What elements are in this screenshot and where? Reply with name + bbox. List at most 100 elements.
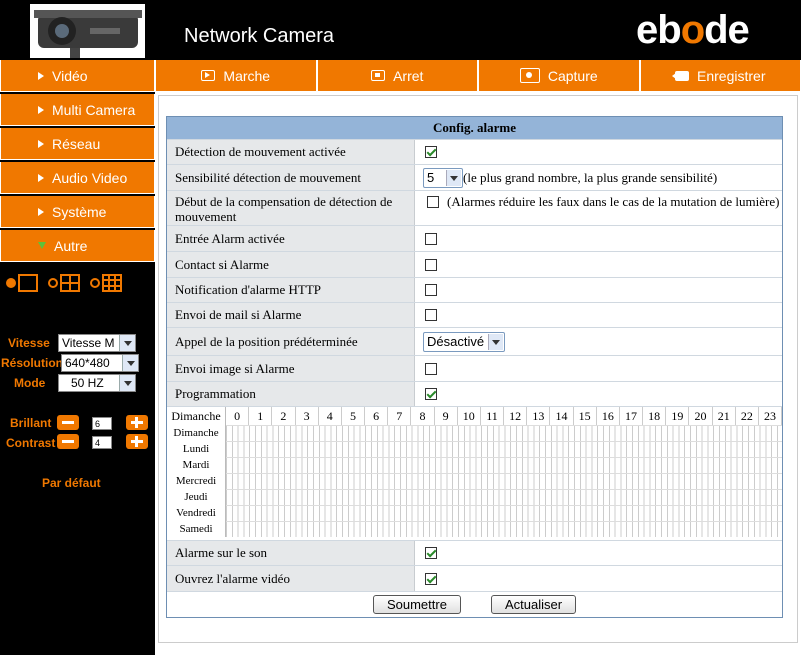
video-camera-icon <box>672 70 690 81</box>
sidebar-item-audio-video[interactable]: Audio Video <box>0 162 155 194</box>
sidebar-item-video[interactable]: Vidéo <box>0 60 155 92</box>
sidebar-item-reseau[interactable]: Réseau <box>0 128 155 160</box>
http-notification-checkbox[interactable] <box>425 284 437 296</box>
resolution-label: Résolution <box>1 356 63 370</box>
chevron-down-icon <box>119 335 135 351</box>
arrow-right-icon <box>38 207 44 216</box>
sound-label: Alarme sur le son <box>167 541 415 565</box>
sensitivity-hint: (le plus grand nombre, la plus grande se… <box>463 169 718 185</box>
arrow-right-icon <box>38 105 44 114</box>
camera-icon <box>519 68 540 83</box>
contrast-plus-button[interactable] <box>126 434 148 449</box>
schedule-hour-label: 14 <box>550 407 574 425</box>
schedule-hour-label: 11 <box>481 407 505 425</box>
schedule-row: Mercredi <box>167 473 782 489</box>
schedule-hour-label: 21 <box>713 407 736 425</box>
play-icon <box>201 70 216 81</box>
compensation-label: Début de la compensation de détection de… <box>167 191 415 225</box>
schedule-cells[interactable] <box>226 457 782 473</box>
schedule-row: Samedi <box>167 521 782 537</box>
schedule-hour-label: 1 <box>249 407 273 425</box>
schedule-cells[interactable] <box>226 521 782 537</box>
brightness-minus-button[interactable] <box>57 415 79 430</box>
sensitivity-select[interactable]: 5 <box>423 167 463 188</box>
chevron-down-icon <box>119 375 135 391</box>
schedule-row: Dimanche <box>167 425 782 441</box>
radio-icon <box>90 278 100 288</box>
schedule-hour-label: 23 <box>759 407 783 425</box>
compensation-hint: (Alarmes réduire les faux dans le cas de… <box>447 194 780 209</box>
video-checkbox[interactable] <box>425 572 437 585</box>
contrast-value: 4 <box>92 436 112 449</box>
alarm-input-checkbox[interactable] <box>425 232 437 245</box>
arrow-down-icon <box>38 242 46 249</box>
schedule-day-label: Samedi <box>167 521 226 537</box>
schedule-cells[interactable] <box>226 441 782 457</box>
stop-button[interactable]: Arret <box>316 60 478 92</box>
image-checkbox[interactable] <box>425 362 437 375</box>
mode-label: Mode <box>14 376 46 390</box>
contrast-minus-button[interactable] <box>57 434 79 449</box>
layout-1-button[interactable] <box>6 274 38 292</box>
schedule-hour-label: 9 <box>435 407 458 425</box>
contrast-label: Contrast <box>6 436 56 450</box>
arrow-right-icon <box>38 139 44 148</box>
brightness-plus-button[interactable] <box>126 415 148 430</box>
schedule-hour-label: 22 <box>736 407 759 425</box>
contact-checkbox[interactable] <box>425 258 437 271</box>
schedule-hour-label: 5 <box>342 407 366 425</box>
sidebar: Vidéo Multi Camera Réseau Audio Video Sy… <box>0 60 155 655</box>
submit-button[interactable]: Soumettre <box>372 595 461 614</box>
layout-9-button[interactable] <box>90 274 122 292</box>
toolbar: Marche Arret Capture Enregistrer <box>155 60 801 92</box>
vitesse-label: Vitesse <box>8 336 50 350</box>
radio-icon <box>48 278 58 288</box>
record-button[interactable]: Enregistrer <box>639 60 801 92</box>
schedule-hour-label: 2 <box>272 407 296 425</box>
schedule-day-label: Lundi <box>167 441 226 457</box>
preset-select[interactable]: Désactivé <box>423 331 505 352</box>
resolution-select[interactable]: 640*480 <box>61 354 139 372</box>
schedule-grid: Dimanche 0 1 2 3 4 5 6 7 8 9 10 11 12 13 14 15 16 17 18 19 2… <box>167 406 783 537</box>
sound-checkbox[interactable] <box>425 547 437 559</box>
schedule-label: Programmation <box>167 382 415 406</box>
schedule-hour-label: 20 <box>689 407 713 425</box>
layout-4-button[interactable] <box>48 274 80 292</box>
vitesse-select[interactable]: Vitesse M <box>58 334 136 352</box>
schedule-hour-label: 7 <box>388 407 412 425</box>
layout-selector <box>6 274 122 292</box>
header: Network Camera ebode <box>0 0 801 60</box>
compensation-checkbox[interactable] <box>427 196 439 208</box>
single-view-icon <box>18 274 38 292</box>
mode-select[interactable]: 50 HZ <box>58 374 136 392</box>
radio-icon <box>6 278 16 288</box>
schedule-cells[interactable] <box>226 425 782 441</box>
video-label: Ouvrez l'alarme vidéo <box>167 566 415 591</box>
refresh-button[interactable]: Actualiser <box>490 595 577 614</box>
schedule-row: Lundi <box>167 441 782 457</box>
schedule-day-label: Dimanche <box>167 425 226 441</box>
schedule-hour-label: 0 <box>226 407 250 425</box>
play-button[interactable]: Marche <box>155 60 317 92</box>
motion-enabled-checkbox[interactable] <box>425 146 437 158</box>
mail-label: Envoi de mail si Alarme <box>167 303 415 327</box>
capture-button[interactable]: Capture <box>478 60 640 92</box>
schedule-cells[interactable] <box>226 489 782 505</box>
sidebar-item-autre[interactable]: Autre <box>0 230 155 262</box>
schedule-hour-label: 15 <box>574 407 597 425</box>
nine-view-icon <box>102 274 122 292</box>
mail-checkbox[interactable] <box>425 309 437 321</box>
sidebar-item-multi-camera[interactable]: Multi Camera <box>0 94 155 126</box>
schedule-hour-label: 13 <box>527 407 551 425</box>
contact-label: Contact si Alarme <box>167 252 415 277</box>
schedule-day-label: Mercredi <box>167 473 226 489</box>
schedule-checkbox[interactable] <box>425 388 437 400</box>
sensitivity-label: Sensibilité détection de mouvement <box>167 165 415 190</box>
default-link[interactable]: Par défaut <box>42 476 101 490</box>
schedule-hour-label: 10 <box>458 407 481 425</box>
schedule-cells[interactable] <box>226 505 782 521</box>
sidebar-item-systeme[interactable]: Système <box>0 196 155 228</box>
quad-view-icon <box>60 274 80 292</box>
schedule-cells[interactable] <box>226 473 782 489</box>
preset-label: Appel de la position prédéterminée <box>167 328 415 355</box>
